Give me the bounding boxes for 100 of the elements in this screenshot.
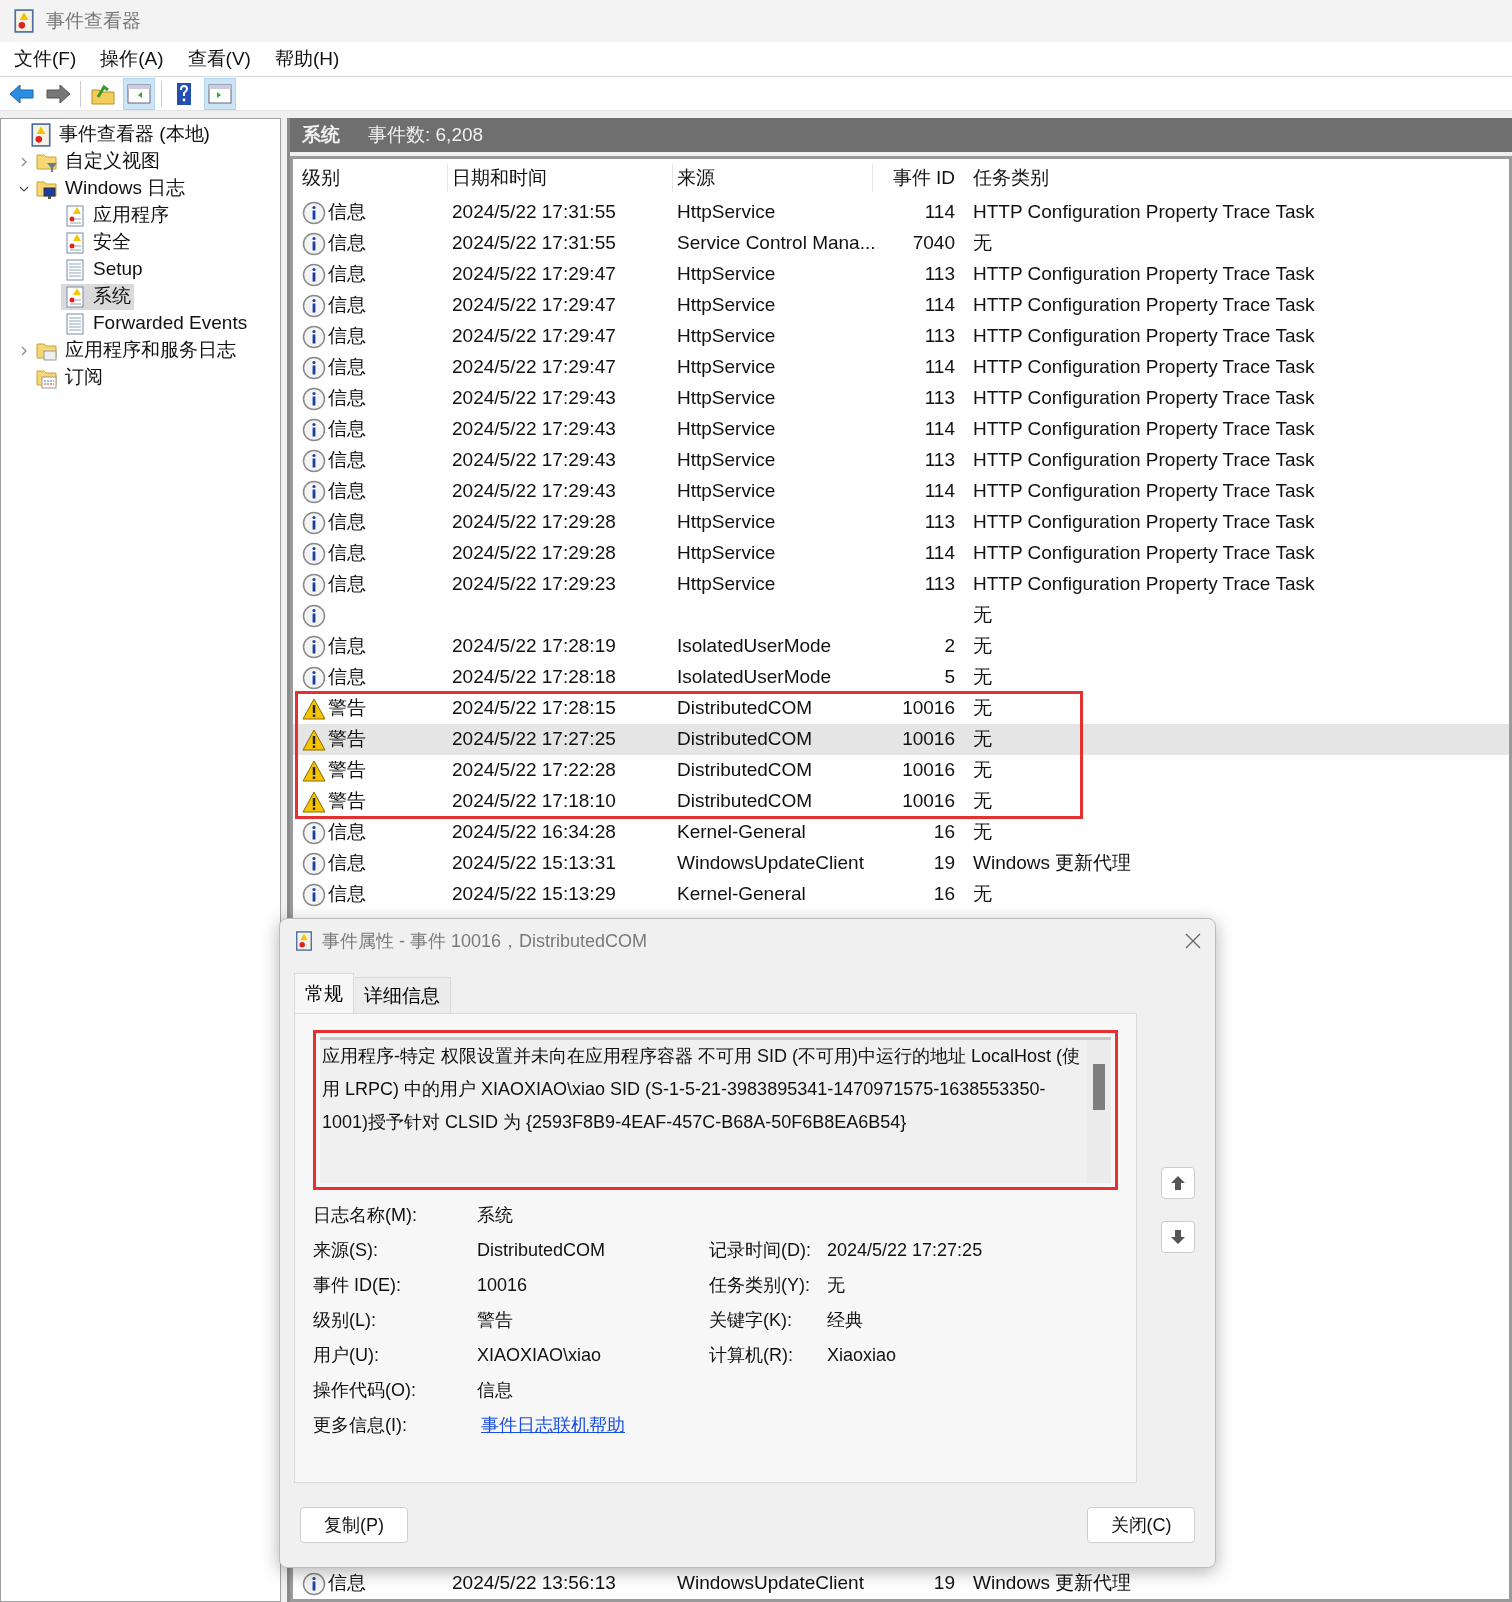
- event-id-cell-text: 114: [924, 541, 955, 566]
- level-text: 信息: [328, 851, 366, 876]
- tree-item[interactable]: Setup: [61, 256, 146, 283]
- event-id-cell-text: 113: [924, 262, 955, 287]
- tree-item[interactable]: 订阅: [33, 364, 106, 391]
- source-cell: HttpService: [677, 356, 776, 378]
- date-time-cell: 2024/5/22 17:18:10: [452, 790, 616, 812]
- event-row[interactable]: 信息 2024/5/22 15:13:29 Kernel-General 16 无: [293, 879, 1509, 910]
- event-row[interactable]: 信息 2024/5/22 17:29:47 HttpService 113 HTTP Configuration Property Trace Task: [293, 321, 1509, 352]
- level-text: 警告: [328, 789, 366, 814]
- info-icon: [302, 665, 326, 690]
- chevron-right-icon[interactable]: [19, 345, 29, 356]
- level-text: 信息: [328, 200, 366, 225]
- tree-item[interactable]: 系统: [61, 283, 134, 310]
- task-category-cell: HTTP Configuration Property Trace Task: [973, 449, 1315, 471]
- event-row[interactable]: 警告 2024/5/22 17:28:15 DistributedCOM 10016 无: [293, 693, 1509, 724]
- event-row[interactable]: 信息 2024/5/22 17:29:23 HttpService 113 HTTP Configuration Property Trace Task: [293, 569, 1509, 600]
- event-row[interactable]: 信息 2024/5/22 17:29:43 HttpService 114 HTTP Configuration Property Trace Task: [293, 476, 1509, 507]
- menu-item[interactable]: 查看(V): [187, 44, 251, 74]
- event-row[interactable]: 信息 2024/5/22 16:34:28 Kernel-General 16 无: [293, 817, 1509, 848]
- date-time-cell: 2024/5/22 17:31:55: [452, 201, 616, 223]
- field-value: 警告: [477, 1309, 513, 1332]
- info-icon: [302, 262, 326, 287]
- event-row[interactable]: 信息 2024/5/22 17:29:47 HttpService 114 HTTP Configuration Property Trace Task: [293, 290, 1509, 321]
- chevron-right-icon[interactable]: [19, 156, 29, 167]
- menu-item[interactable]: 操作(A): [100, 44, 164, 74]
- field-value: 系统: [477, 1204, 513, 1227]
- window-title: 事件查看器: [46, 8, 141, 33]
- field-value: 信息: [477, 1379, 513, 1402]
- menu-item[interactable]: 帮助(H): [274, 44, 340, 74]
- event-row[interactable]: 信息 2024/5/22 17:28:19 IsolatedUserMode 2 无: [293, 631, 1509, 662]
- column-header[interactable]: 日期和时间: [452, 166, 547, 188]
- down-arrow-icon: [1169, 1228, 1187, 1246]
- event-row[interactable]: 信息 2024/5/22 17:29:47 HttpService 114 HTTP Configuration Property Trace Task: [293, 352, 1509, 383]
- info-icon: [302, 510, 326, 535]
- event-row[interactable]: 警告 2024/5/22 17:18:10 DistributedCOM 10016 无: [293, 786, 1509, 817]
- task-category-cell: 无: [973, 604, 992, 626]
- level-text: 信息: [328, 355, 366, 380]
- document-icon: [63, 311, 87, 336]
- source-cell: DistributedCOM: [677, 728, 813, 750]
- event-row[interactable]: 无: [293, 600, 1509, 631]
- info-icon: [302, 1571, 326, 1596]
- column-header[interactable]: 来源: [677, 166, 715, 188]
- previous-event-button[interactable]: [1161, 1167, 1195, 1199]
- column-header[interactable]: 事件 ID: [892, 163, 955, 193]
- level-text: 信息: [328, 231, 366, 256]
- info-icon: [302, 634, 326, 659]
- date-time-cell: 2024/5/22 17:29:47: [452, 294, 616, 316]
- help-link[interactable]: 事件日志联机帮助: [481, 1412, 625, 1439]
- tree-item[interactable]: 事件查看器 (本地): [27, 121, 213, 148]
- level-text: 警告: [328, 727, 366, 752]
- event-row[interactable]: 信息 2024/5/22 17:28:18 IsolatedUserMode 5 无: [293, 662, 1509, 693]
- source-cell: HttpService: [677, 480, 776, 502]
- tree-item[interactable]: Forwarded Events: [61, 310, 251, 337]
- event-row[interactable]: 信息 2024/5/22 15:13:31 WindowsUpdateClient 19 Windows 更新代理: [293, 848, 1509, 879]
- dialog-button[interactable]: 复制(P): [300, 1507, 408, 1543]
- event-log-icon: [294, 931, 314, 951]
- event-row[interactable]: 信息 2024/5/22 17:31:55 HttpService 114 HTTP Configuration Property Trace Task: [293, 197, 1509, 228]
- date-time-cell: 2024/5/22 17:29:43: [452, 449, 616, 471]
- tree-item[interactable]: 应用程序: [61, 202, 172, 229]
- dialog-button[interactable]: 关闭(C): [1087, 1507, 1195, 1543]
- event-row[interactable]: 信息 2024/5/22 17:31:55 Service Control Mana... 7040 无: [293, 228, 1509, 259]
- task-category-cell: 无: [973, 666, 992, 688]
- close-icon[interactable]: [1185, 933, 1201, 949]
- tree-item[interactable]: 应用程序和服务日志: [33, 337, 239, 364]
- level-text: 信息: [328, 572, 366, 597]
- event-row[interactable]: 信息 2024/5/22 17:29:43 HttpService 113 HTTP Configuration Property Trace Task: [293, 383, 1509, 414]
- task-category-cell: HTTP Configuration Property Trace Task: [973, 418, 1315, 440]
- event-row[interactable]: 信息 2024/5/22 17:29:43 HttpService 113 HTTP Configuration Property Trace Task: [293, 445, 1509, 476]
- column-header[interactable]: 任务类别: [973, 166, 1049, 188]
- date-time-cell: 2024/5/22 17:28:18: [452, 666, 616, 688]
- source-cell: Kernel-General: [677, 821, 806, 843]
- level-text: 信息: [328, 665, 366, 690]
- tree-item[interactable]: 自定义视图: [33, 148, 163, 175]
- tree-item[interactable]: 安全: [61, 229, 134, 256]
- task-category-cell: Windows 更新代理: [973, 852, 1132, 874]
- event-id-cell-text: 113: [924, 324, 955, 349]
- source-cell: HttpService: [677, 387, 776, 409]
- event-row[interactable]: 信息 2024/5/22 17:29:47 HttpService 113 HTTP Configuration Property Trace Task: [293, 259, 1509, 290]
- field-value: 10016: [477, 1274, 528, 1297]
- event-row[interactable]: 警告 2024/5/22 17:27:25 DistributedCOM 10016 无: [293, 724, 1509, 755]
- date-time-cell: 2024/5/22 17:28:15: [452, 697, 616, 719]
- scrollbar-thumb[interactable]: [1093, 1064, 1105, 1110]
- event-row[interactable]: 信息 2024/5/22 17:29:28 HttpService 114 HTTP Configuration Property Trace Task: [293, 538, 1509, 569]
- tab[interactable]: 详细信息: [354, 977, 451, 1013]
- event-id-cell-text: 16: [933, 820, 955, 845]
- event-row[interactable]: 信息 2024/5/22 17:29:28 HttpService 113 HTTP Configuration Property Trace Task: [293, 507, 1509, 538]
- column-header[interactable]: 级别: [302, 166, 340, 188]
- next-event-button[interactable]: [1161, 1221, 1195, 1253]
- tree-item[interactable]: Windows 日志: [33, 175, 189, 202]
- menu-item[interactable]: 文件(F): [14, 44, 77, 74]
- dialog-title: 事件属性 - 事件 10016，DistributedCOM: [322, 929, 648, 953]
- info-icon: [302, 479, 326, 504]
- source-cell: DistributedCOM: [677, 790, 813, 812]
- event-row[interactable]: 警告 2024/5/22 17:22:28 DistributedCOM 10016 无: [293, 755, 1509, 786]
- event-row[interactable]: 信息 2024/5/22 17:29:43 HttpService 114 HTTP Configuration Property Trace Task: [293, 414, 1509, 445]
- source-cell: HttpService: [677, 263, 776, 285]
- event-row[interactable]: 信息 2024/5/22 13:56:13 WindowsUpdateClient 19 Windows 更新代理: [293, 1568, 1509, 1599]
- task-category-cell: 无: [973, 635, 992, 657]
- tab[interactable]: 常规: [294, 973, 354, 1013]
